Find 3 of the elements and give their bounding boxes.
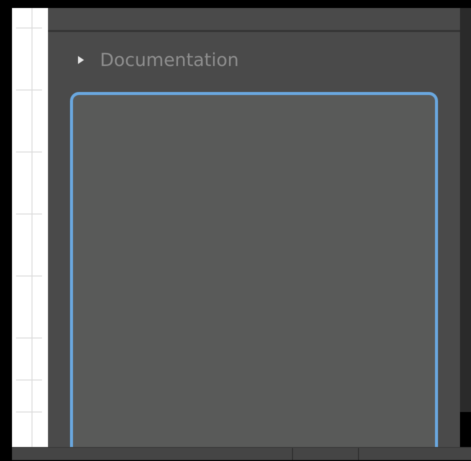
section-title[interactable]: Documentation [100, 50, 239, 70]
expand-arrow-icon[interactable] [78, 56, 84, 64]
documentation-field[interactable] [70, 92, 438, 447]
